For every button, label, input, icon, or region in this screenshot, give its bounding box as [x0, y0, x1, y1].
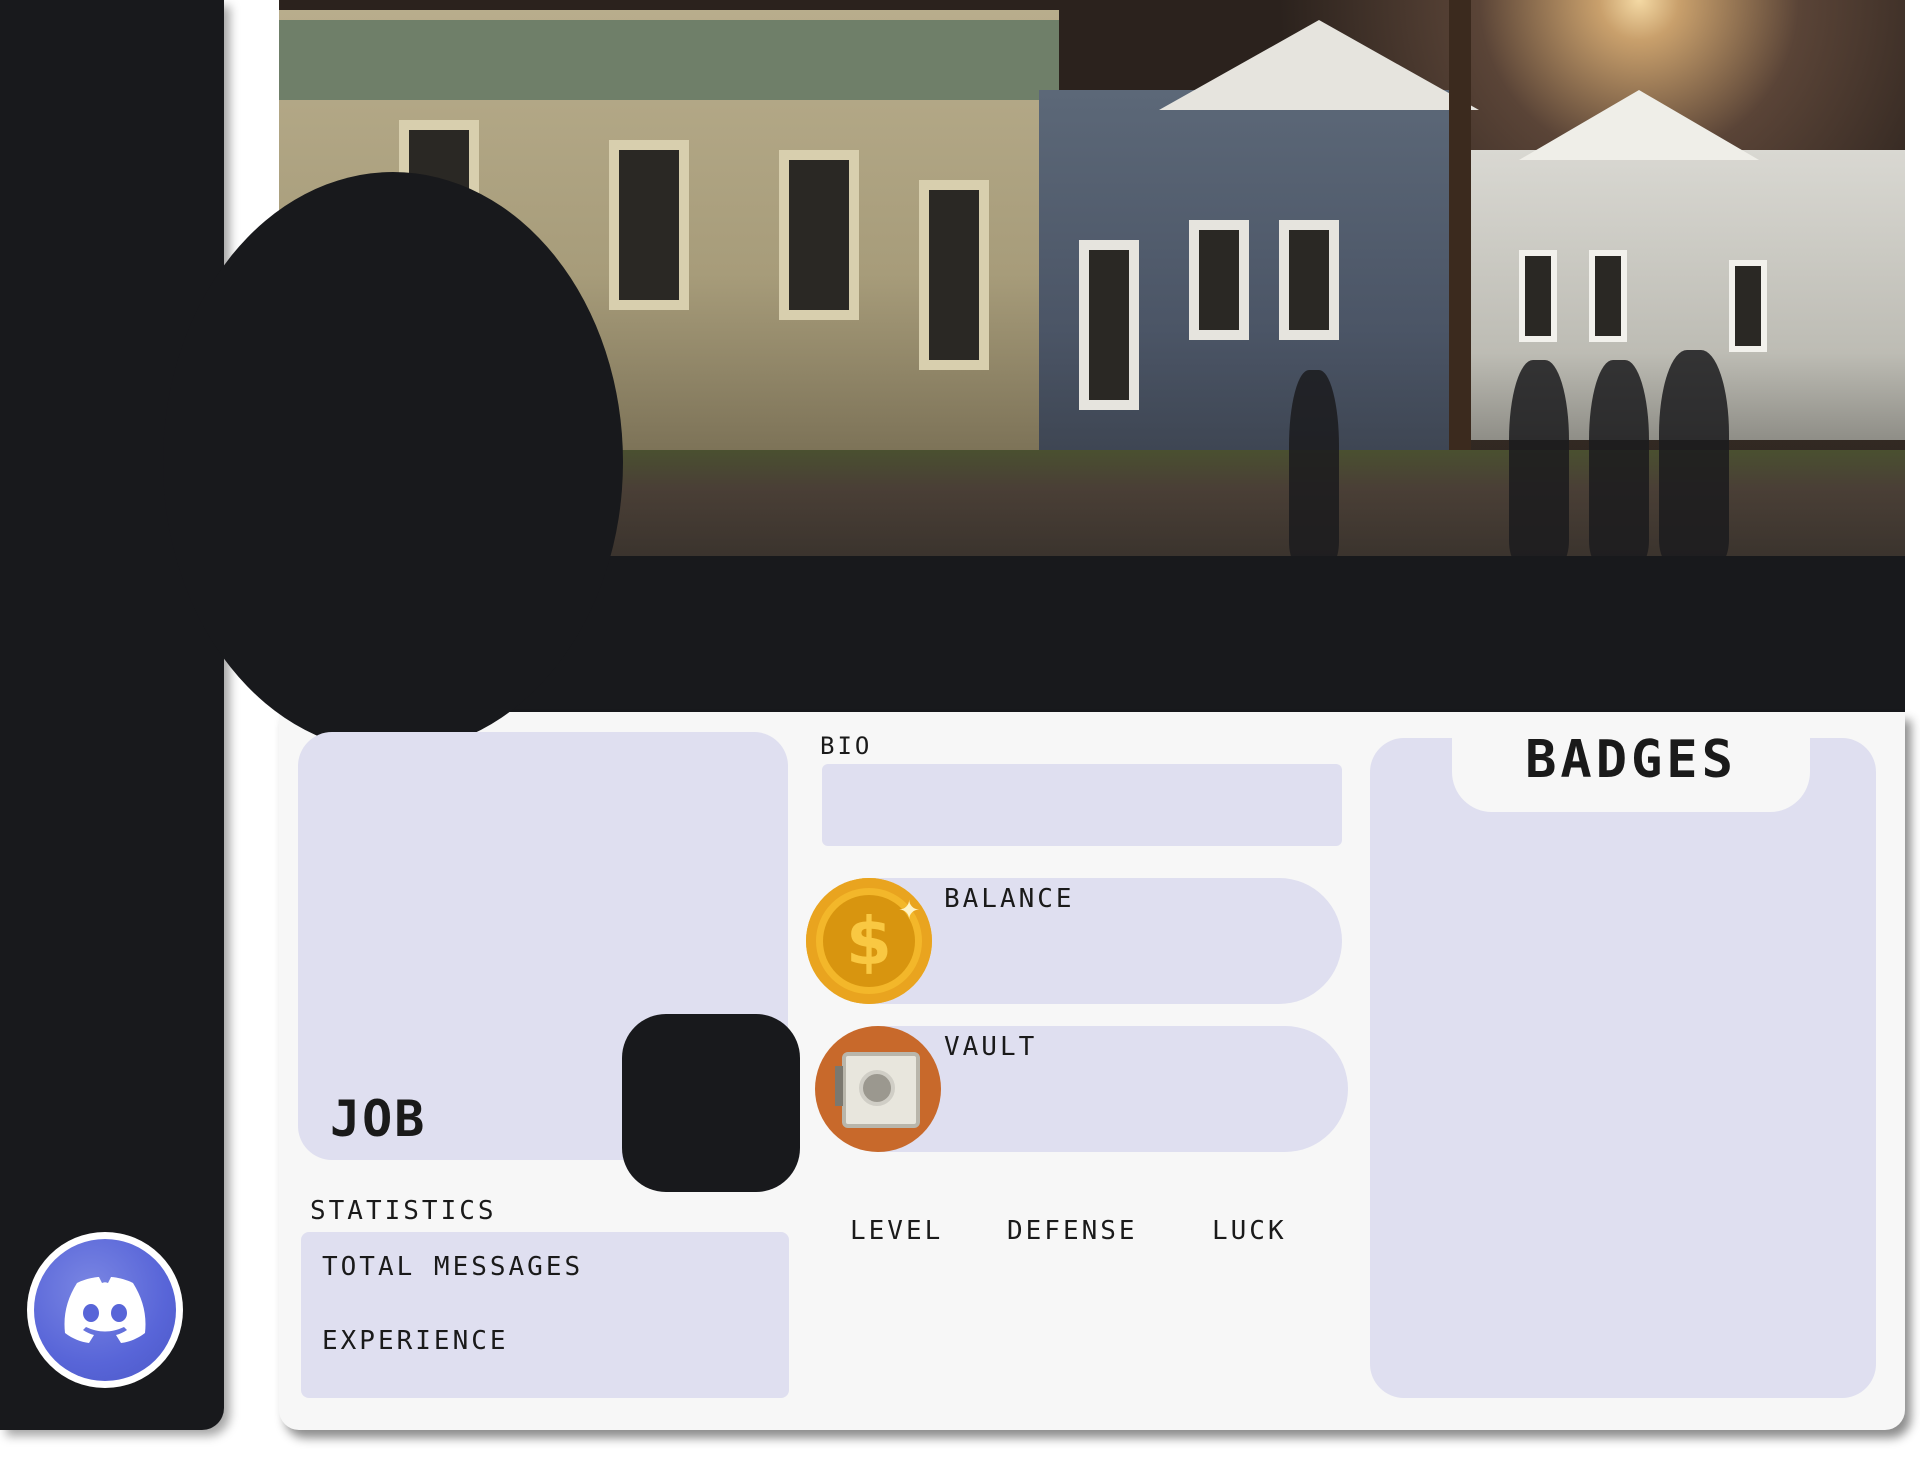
level-label: LEVEL	[850, 1216, 944, 1246]
discord-logo-icon[interactable]	[27, 1232, 183, 1388]
left-sidebar	[0, 0, 224, 1430]
total-messages-label: TOTAL MESSAGES	[322, 1252, 584, 1282]
avatar	[163, 172, 623, 752]
discord-controller-glyph	[64, 1277, 146, 1343]
luck-label: LUCK	[1212, 1216, 1287, 1246]
balance-label: BALANCE	[944, 884, 1075, 914]
dollar-coin-icon: $ ✦	[806, 878, 932, 1004]
statistics-title: STATISTICS	[310, 1196, 497, 1226]
badges-panel	[1370, 738, 1876, 1398]
badges-title: BADGES	[1525, 730, 1737, 790]
bio-box	[822, 764, 1342, 846]
job-label: JOB	[330, 1090, 427, 1148]
job-icon	[622, 1014, 800, 1192]
bio-label: BIO	[820, 732, 873, 760]
defense-label: DEFENSE	[1007, 1216, 1138, 1246]
vault-label: VAULT	[944, 1032, 1038, 1062]
safe-icon	[815, 1026, 941, 1152]
experience-label: EXPERIENCE	[322, 1326, 509, 1356]
